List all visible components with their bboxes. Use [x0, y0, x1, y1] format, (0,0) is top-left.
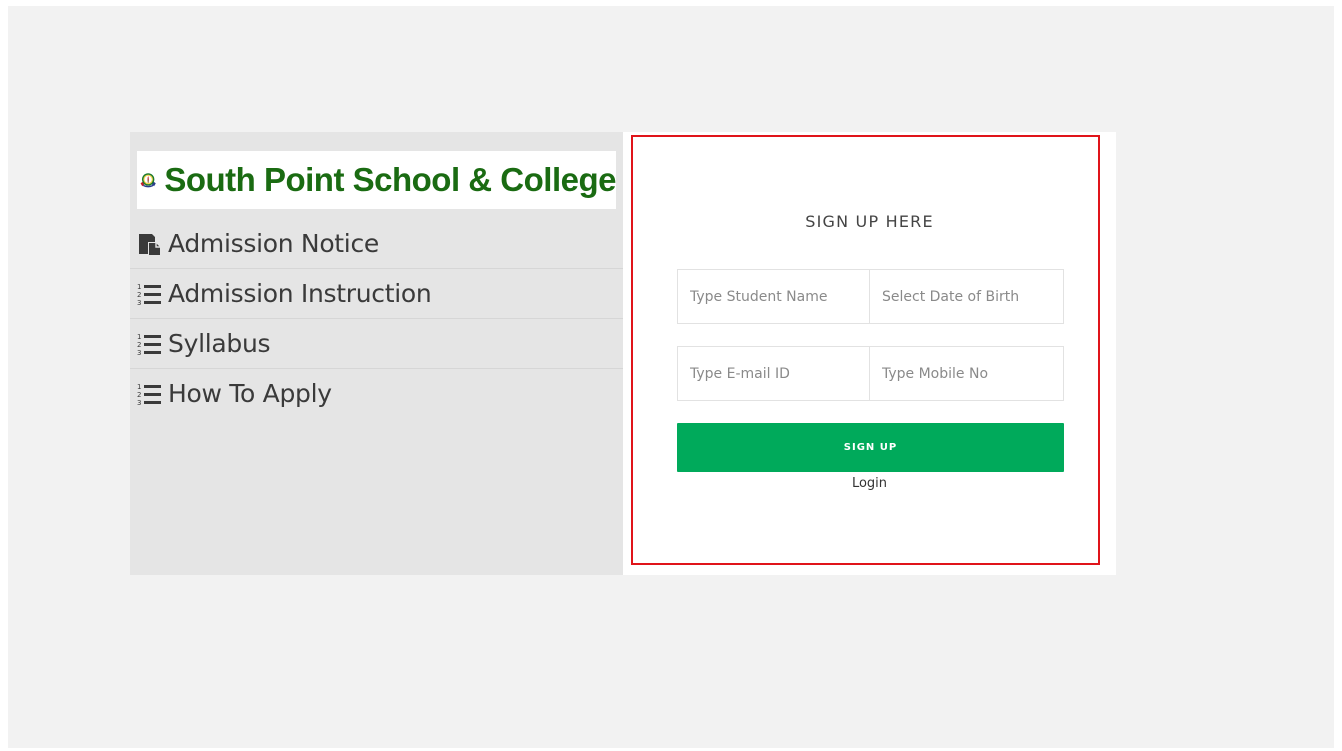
signup-panel: SIGN UP HERE SIGN UP Login: [623, 132, 1116, 575]
menu-item-label: Admission Instruction: [168, 279, 432, 308]
left-panel: South Point School & College Admission N…: [130, 132, 623, 575]
menu-item-label: How To Apply: [168, 379, 332, 408]
svg-text:2: 2: [137, 341, 141, 349]
date-of-birth-input[interactable]: [870, 269, 1064, 324]
form-row-2: [677, 346, 1064, 403]
form-title: SIGN UP HERE: [805, 212, 934, 231]
school-name: South Point School & College: [164, 161, 616, 198]
email-input[interactable]: [677, 346, 870, 401]
ordered-list-icon: 1 2 3: [137, 383, 161, 407]
mobile-input[interactable]: [870, 346, 1064, 401]
svg-text:3: 3: [137, 299, 141, 307]
svg-text:1: 1: [137, 383, 141, 391]
svg-text:3: 3: [137, 349, 141, 357]
login-link[interactable]: Login: [623, 476, 1116, 491]
page-background: South Point School & College Admission N…: [8, 6, 1334, 748]
menu-item-label: Syllabus: [168, 329, 271, 358]
clipboard-icon: [139, 233, 160, 255]
school-emblem-icon: [140, 173, 156, 188]
menu-item-label: Admission Notice: [168, 229, 379, 258]
school-header: South Point School & College: [137, 151, 616, 209]
svg-text:2: 2: [137, 391, 141, 399]
svg-text:2: 2: [137, 291, 141, 299]
menu-item-syllabus[interactable]: 1 2 3 Syllabus: [130, 318, 623, 368]
signup-button[interactable]: SIGN UP: [677, 423, 1064, 472]
menu-item-how-to-apply[interactable]: 1 2 3 How To Apply: [130, 368, 623, 418]
form-row-1: [677, 269, 1064, 326]
ordered-list-icon: 1 2 3: [137, 283, 161, 307]
svg-text:1: 1: [137, 283, 141, 291]
student-name-input[interactable]: [677, 269, 870, 324]
menu-item-admission-instruction[interactable]: 1 2 3 Admission Instruction: [130, 268, 623, 318]
sidebar-menu: Admission Notice 1 2 3 Admission Instruc…: [130, 219, 623, 418]
ordered-list-icon: 1 2 3: [137, 333, 161, 357]
svg-text:1: 1: [137, 333, 141, 341]
menu-item-admission-notice[interactable]: Admission Notice: [130, 219, 623, 268]
admission-card: South Point School & College Admission N…: [130, 132, 1116, 575]
svg-text:3: 3: [137, 399, 141, 407]
